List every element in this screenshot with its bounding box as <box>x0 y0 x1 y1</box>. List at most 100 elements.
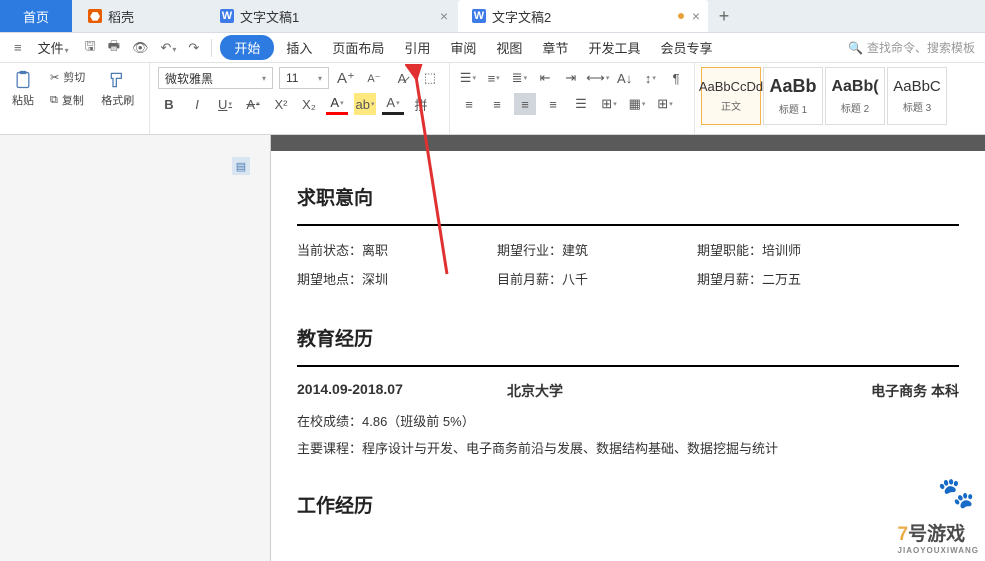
paste-button[interactable]: 粘贴 <box>6 68 40 110</box>
align-left-button[interactable]: ≡ <box>458 93 480 115</box>
field-industry: 期望行业：建筑 <box>497 240 657 259</box>
style-h3[interactable]: AaBbC标题 3 <box>887 67 947 125</box>
menu-ref[interactable]: 引用 <box>396 35 438 60</box>
indent-button[interactable]: ⇥ <box>561 67 581 89</box>
align-right-button[interactable]: ≡ <box>514 93 536 115</box>
field-status: 当前状态：离职 <box>297 240 457 259</box>
menu-insert[interactable]: 插入 <box>278 35 320 60</box>
subscript-button[interactable]: X₂ <box>298 93 320 115</box>
watermark: 77号游戏号游戏 JIAOYOUXIWANG <box>898 519 979 555</box>
style-normal[interactable]: AaBbCcDd正文 <box>701 67 761 125</box>
title-tab-bar: 首页 ⬣ 稻壳 W 文字文稿1 × W 文字文稿2 × + <box>0 0 985 33</box>
menu-chapter[interactable]: 章节 <box>534 35 576 60</box>
char-shade-button[interactable]: A▾ <box>382 93 404 115</box>
tab-label: 文字文稿1 <box>240 7 299 26</box>
separator <box>211 39 212 57</box>
info-row: 当前状态：离职 期望行业：建筑 期望职能：培训师 <box>297 240 959 259</box>
brush-icon <box>108 70 128 90</box>
font-size-select[interactable]: 11▾ <box>279 67 329 89</box>
align-justify-button[interactable]: ≡ <box>542 93 564 115</box>
border-button[interactable]: ⊞▾ <box>654 93 676 115</box>
copy-button[interactable]: ⧉复制 <box>46 90 89 110</box>
section-title: 求职意向 <box>297 183 959 210</box>
modified-dot-icon <box>678 13 684 19</box>
group-paragraph: ☰▾ ≡▾ ≣▾ ⇤ ⇥ ⟷▾ A↓ ↕▾ ¶ ≡ ≡ ≡ ≡ ☰ ⊞▾ ▦▾ … <box>450 63 695 134</box>
menu-dev[interactable]: 开发工具 <box>580 35 648 60</box>
document-pane[interactable]: 求职意向 当前状态：离职 期望行业：建筑 期望职能：培训师 期望地点：深圳 目前… <box>270 135 985 561</box>
watermark-paw-icon: 🐾 <box>938 476 975 511</box>
page-top-margin <box>271 135 985 151</box>
shading-button[interactable]: ▦▾ <box>626 93 648 115</box>
search-placeholder: 查找命令、搜索模板 <box>867 39 975 56</box>
strike-button[interactable]: A▾ <box>242 93 264 115</box>
word-icon: W <box>472 9 486 23</box>
style-h2[interactable]: AaBb(标题 2 <box>825 67 885 125</box>
close-icon[interactable]: × <box>440 8 448 24</box>
redo-icon[interactable]: ↷ <box>184 37 203 59</box>
group-clipboard: 粘贴 ✂剪切 ⧉复制 格式刷 <box>0 63 150 134</box>
paste-icon <box>13 70 33 90</box>
menu-view[interactable]: 视图 <box>488 35 530 60</box>
appmenu-icon[interactable]: ≡ <box>10 37 26 58</box>
menu-file[interactable]: 文件▾ <box>30 35 77 60</box>
align-center-button[interactable]: ≡ <box>486 93 508 115</box>
multilevel-button[interactable]: ≣▾ <box>510 67 530 89</box>
group-styles: AaBbCcDd正文 AaBb标题 1 AaBb(标题 2 AaBbC标题 3 <box>695 63 953 134</box>
menu-bar: ≡ 文件▾ 🖫 🖶 👁 ↶▾ ↷ 开始 插入 页面布局 引用 审阅 视图 章节 … <box>0 33 985 63</box>
outline-tab-icon[interactable]: ▤ <box>232 157 250 175</box>
bullets-button[interactable]: ☰▾ <box>458 67 478 89</box>
pinyin-button[interactable]: 拼 <box>410 93 432 115</box>
edu-major: 电子商务 本科 <box>871 381 959 401</box>
search-box[interactable]: 🔍 查找命令、搜索模板 <box>848 39 975 56</box>
char-box-icon[interactable]: ⬚ <box>419 67 441 89</box>
menu-layout[interactable]: 页面布局 <box>324 35 392 60</box>
menu-vip[interactable]: 会员专享 <box>652 35 720 60</box>
menu-start[interactable]: 开始 <box>220 35 274 60</box>
numbering-button[interactable]: ≡▾ <box>484 67 504 89</box>
font-color-button[interactable]: A▾ <box>326 93 348 115</box>
search-icon: 🔍 <box>848 41 863 55</box>
text-direction-button[interactable]: ⊞▾ <box>598 93 620 115</box>
edu-gpa: 在校成绩：4.86（班级前 5%） <box>297 411 959 430</box>
superscript-button[interactable]: X² <box>270 93 292 115</box>
tab-home[interactable]: 首页 <box>0 0 72 32</box>
font-shrink-icon[interactable]: A⁻ <box>363 67 385 89</box>
cut-icon: ✂ <box>50 71 59 84</box>
bold-button[interactable]: B <box>158 93 180 115</box>
cut-button[interactable]: ✂剪切 <box>46 67 89 87</box>
tab-doke[interactable]: ⬣ 稻壳 <box>74 0 204 32</box>
char-scale-button[interactable]: ⟷▾ <box>587 67 609 89</box>
tab-doc2[interactable]: W 文字文稿2 × <box>458 0 708 32</box>
field-salary-now: 目前月薪：八千 <box>497 269 657 288</box>
field-location: 期望地点：深圳 <box>297 269 457 288</box>
tab-label: 文字文稿2 <box>492 7 551 26</box>
tab-add[interactable]: + <box>708 0 740 32</box>
show-marks-button[interactable]: ¶ <box>666 67 686 89</box>
line-spacing-button[interactable]: ↕▾ <box>641 67 661 89</box>
word-icon: W <box>220 9 234 23</box>
font-grow-icon[interactable]: A⁺ <box>335 67 357 89</box>
highlight-button[interactable]: ab▾ <box>354 93 376 115</box>
save-icon[interactable]: 🖫 <box>81 34 100 62</box>
distribute-button[interactable]: ☰ <box>570 93 592 115</box>
edu-school: 北京大学 <box>507 381 871 401</box>
sort-button[interactable]: A↓ <box>615 67 635 89</box>
undo-icon[interactable]: ↶▾ <box>157 37 181 59</box>
edu-header: 2014.09-2018.07 北京大学 电子商务 本科 <box>297 381 959 401</box>
italic-button[interactable]: I <box>186 93 208 115</box>
close-icon[interactable]: × <box>692 8 700 24</box>
workspace: ▤ 求职意向 当前状态：离职 期望行业：建筑 期望职能：培训师 期望地点：深圳 … <box>0 135 985 561</box>
style-h1[interactable]: AaBb标题 1 <box>763 67 823 125</box>
tab-doc1[interactable]: W 文字文稿1 × <box>206 0 456 32</box>
section-divider <box>297 365 959 367</box>
preview-icon[interactable]: 👁 <box>128 37 153 59</box>
info-row: 期望地点：深圳 目前月薪：八千 期望月薪：二万五 <box>297 269 959 288</box>
menu-review[interactable]: 审阅 <box>442 35 484 60</box>
side-panel: ▤ <box>0 135 270 561</box>
font-name-select[interactable]: 微软雅黑▾ <box>158 67 273 89</box>
clear-format-icon[interactable]: A̷ <box>391 67 413 89</box>
underline-button[interactable]: U▾ <box>214 93 236 115</box>
outdent-button[interactable]: ⇤ <box>535 67 555 89</box>
format-brush-button[interactable]: 格式刷 <box>95 68 140 110</box>
print-icon[interactable]: 🖶 <box>104 34 124 62</box>
